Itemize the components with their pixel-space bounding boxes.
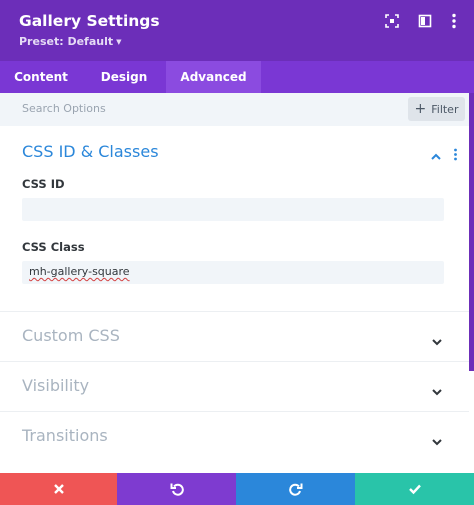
page-title: Gallery Settings bbox=[19, 12, 160, 30]
filter-label: Filter bbox=[431, 102, 459, 116]
section-title: Visibility bbox=[22, 376, 90, 395]
settings-tabs: Content Design Advanced bbox=[0, 61, 474, 93]
section-title: Custom CSS bbox=[22, 326, 120, 345]
section-transitions[interactable]: Transitions bbox=[0, 411, 469, 473]
plus-icon: + bbox=[414, 101, 427, 117]
chevron-up-icon[interactable] bbox=[430, 147, 442, 166]
action-bar bbox=[0, 473, 474, 505]
scrollbar[interactable] bbox=[469, 93, 474, 371]
section-css-id-classes: CSS ID & Classes CSS ID CSS Class mh-gal… bbox=[0, 126, 469, 311]
close-icon bbox=[53, 484, 64, 494]
expand-icon[interactable] bbox=[383, 12, 401, 30]
caret-down-icon: ▼ bbox=[116, 38, 122, 46]
check-icon bbox=[408, 484, 421, 495]
section-visibility[interactable]: Visibility bbox=[0, 361, 469, 411]
preset-dropdown[interactable]: Preset: Default ▼ bbox=[19, 35, 122, 48]
css-class-field[interactable]: mh-gallery-square bbox=[22, 261, 444, 284]
section-custom-css[interactable]: Custom CSS bbox=[0, 311, 469, 361]
chevron-down-icon bbox=[431, 432, 443, 446]
save-button[interactable] bbox=[355, 473, 474, 505]
css-class-label: CSS Class bbox=[22, 240, 85, 254]
undo-icon bbox=[170, 483, 184, 496]
css-class-value: mh-gallery-square bbox=[29, 265, 130, 278]
chevron-down-icon bbox=[431, 382, 443, 396]
tab-design[interactable]: Design bbox=[82, 61, 166, 93]
section-title: Transitions bbox=[22, 426, 108, 445]
tab-content[interactable]: Content bbox=[0, 61, 82, 93]
search-input[interactable]: Search Options bbox=[22, 102, 106, 115]
redo-button[interactable] bbox=[236, 473, 355, 505]
section-title[interactable]: CSS ID & Classes bbox=[22, 142, 159, 161]
search-bar: Search Options bbox=[0, 93, 469, 126]
settings-header: Gallery Settings Preset: Default ▼ bbox=[0, 0, 474, 61]
filter-button[interactable]: + Filter bbox=[408, 97, 465, 121]
undo-button[interactable] bbox=[117, 473, 236, 505]
discard-button[interactable] bbox=[0, 473, 117, 505]
redo-icon bbox=[288, 483, 302, 496]
css-id-label: CSS ID bbox=[22, 177, 65, 191]
preset-label: Preset: Default bbox=[19, 35, 114, 48]
more-vertical-icon[interactable] bbox=[453, 146, 458, 165]
chevron-down-icon bbox=[431, 332, 443, 346]
css-id-field[interactable] bbox=[22, 198, 444, 221]
split-view-icon[interactable] bbox=[416, 12, 434, 30]
tab-advanced[interactable]: Advanced bbox=[166, 61, 261, 93]
more-vertical-icon[interactable] bbox=[445, 12, 463, 30]
